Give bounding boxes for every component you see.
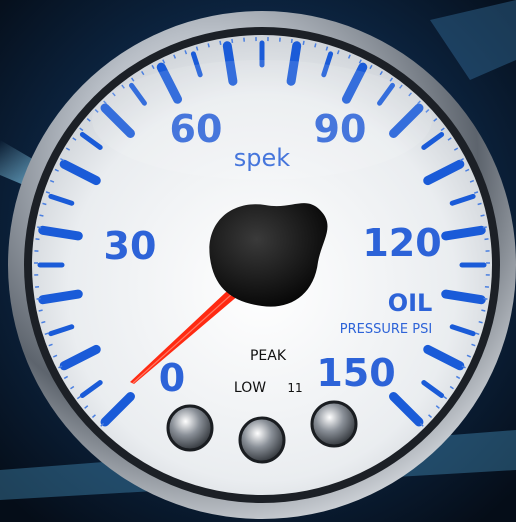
low-value: 11 xyxy=(287,381,302,395)
numeral-30: 30 xyxy=(104,224,157,268)
fine-tick xyxy=(38,309,43,312)
fine-tick xyxy=(481,309,486,312)
tick-mark xyxy=(38,225,83,241)
center-button[interactable] xyxy=(238,416,286,464)
unit-label-pressure: PRESSURE PSI xyxy=(340,322,432,337)
tick-mark xyxy=(38,289,83,305)
fine-tick xyxy=(231,38,234,44)
fine-tick xyxy=(36,297,41,300)
right-button[interactable] xyxy=(310,400,358,448)
fine-tick xyxy=(478,320,483,324)
fine-tick xyxy=(314,43,317,48)
peak-label: PEAK xyxy=(250,348,287,364)
numeral-150: 150 xyxy=(316,351,395,395)
fine-tick xyxy=(219,40,222,45)
fine-tick xyxy=(37,226,42,229)
fine-tick xyxy=(480,214,485,217)
gauge-photo: 0 30 60 90 120 150 spek OIL PRESSURE PSI… xyxy=(0,0,516,522)
gauge-svg: 0 30 60 90 120 150 spek OIL PRESSURE PSI… xyxy=(0,0,516,522)
left-button[interactable] xyxy=(166,404,214,452)
fine-tick xyxy=(302,40,305,45)
fine-tick xyxy=(41,320,46,324)
numeral-0: 0 xyxy=(159,356,185,400)
fine-tick xyxy=(483,297,488,300)
fine-tick xyxy=(39,214,44,217)
fine-tick xyxy=(477,202,482,206)
fine-tick xyxy=(42,202,47,206)
fine-tick xyxy=(290,38,293,44)
fine-tick xyxy=(482,226,487,229)
fine-tick xyxy=(207,43,210,48)
glass-glare xyxy=(92,60,432,180)
tick-mark xyxy=(441,225,486,241)
unit-label-oil: OIL xyxy=(388,289,433,317)
numeral-120: 120 xyxy=(362,221,441,265)
tick-mark xyxy=(441,289,486,305)
low-label: LOW xyxy=(234,380,266,396)
